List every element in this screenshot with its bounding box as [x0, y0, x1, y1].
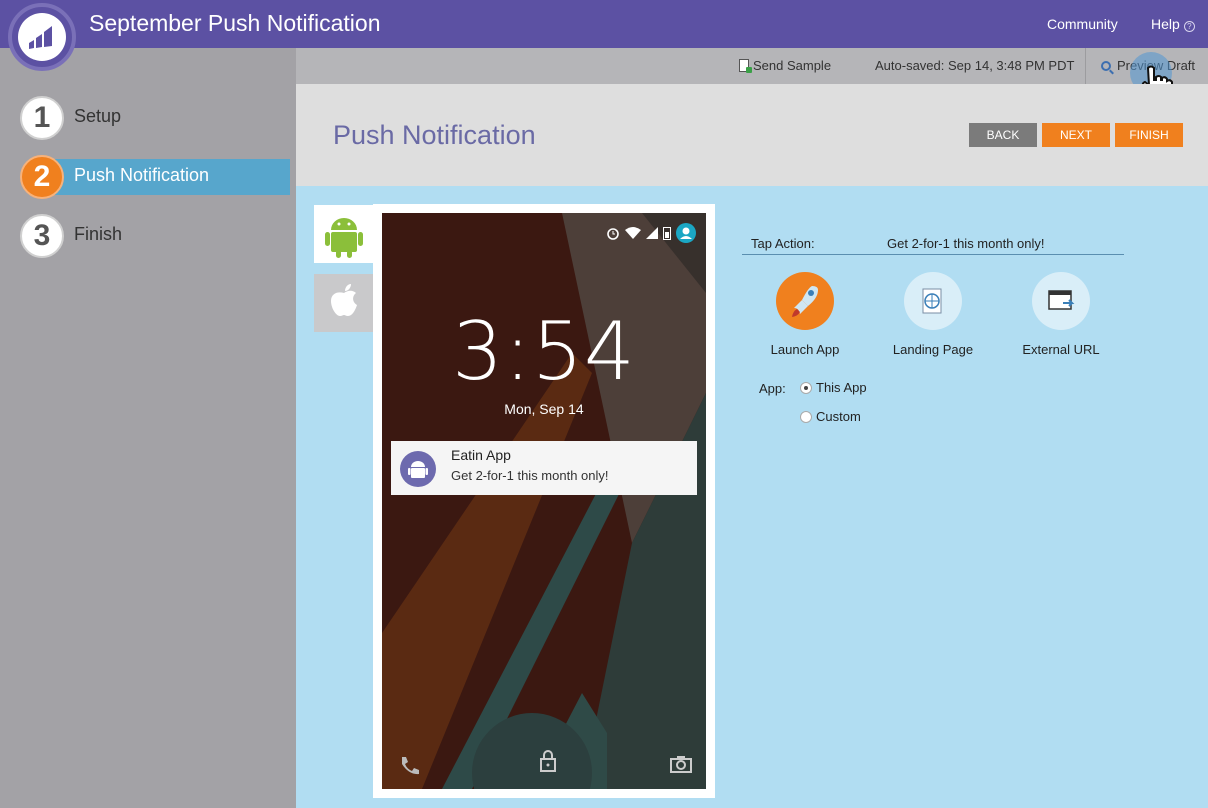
lock-date: Mon, Sep 14: [504, 401, 584, 417]
step-label: Setup: [74, 106, 122, 126]
step-label: Finish: [74, 224, 123, 244]
notification-card[interactable]: Eatin App Get 2-for-1 this month only!: [391, 441, 697, 495]
autosaved-status: Auto-saved: Sep 14, 3:48 PM PDT: [875, 58, 1075, 73]
launch-app-label: Launch App: [770, 342, 840, 357]
step-number: 3: [20, 214, 64, 258]
send-sample-label: Send Sample: [753, 58, 832, 73]
lock-clock: 3:54: [452, 305, 636, 398]
battery-icon: [663, 227, 671, 240]
alarm-icon: [607, 228, 619, 240]
notification-app-icon: [400, 451, 436, 487]
notification-message: Get 2-for-1 this month only!: [451, 468, 609, 483]
send-sample-icon: [739, 59, 752, 73]
android-icon: [325, 218, 363, 258]
step-setup[interactable]: 1 Setup: [20, 96, 270, 140]
radio-button-selected[interactable]: [800, 382, 812, 394]
radio-custom[interactable]: Custom: [800, 409, 861, 424]
help-label: Help: [1151, 16, 1180, 32]
status-bar: [606, 223, 696, 243]
tab-android[interactable]: [314, 205, 374, 263]
tap-action-value: Get 2-for-1 this month only!: [887, 236, 1045, 251]
community-link[interactable]: Community: [1047, 16, 1118, 32]
signal-icon: [646, 227, 658, 239]
launch-app-circle: [776, 272, 834, 330]
lock-icon: [540, 750, 556, 772]
app-field-label: App:: [759, 381, 786, 396]
radio-this-app[interactable]: This App: [800, 380, 867, 395]
editor-content: 3:54 Mon, Sep 14 Eatin App Get 2-for-1 t…: [296, 186, 1208, 808]
android-robot-icon: [408, 461, 428, 478]
logo-bars-icon: [29, 26, 52, 49]
landing-page-circle: [904, 272, 962, 330]
wallpaper-graphic: [382, 213, 706, 789]
launch-app-option[interactable]: Launch App: [745, 272, 865, 357]
tab-ios[interactable]: [314, 274, 374, 332]
step-number: 2: [20, 155, 64, 199]
radio-this-app-label: This App: [816, 380, 867, 395]
radio-custom-label: Custom: [816, 409, 861, 424]
help-link[interactable]: Help?: [1151, 16, 1195, 32]
landing-page-icon: [922, 288, 942, 314]
external-url-circle: [1032, 272, 1090, 330]
step-number: 1: [20, 96, 64, 140]
landing-page-label: Landing Page: [892, 342, 974, 357]
apple-icon: [331, 284, 357, 316]
tap-action-label: Tap Action:: [751, 236, 815, 251]
finish-button[interactable]: FINISH: [1115, 123, 1183, 147]
user-avatar-icon: [676, 223, 696, 243]
landing-page-option[interactable]: Landing Page: [873, 272, 993, 357]
wizard-sidebar: 1 Setup 2 Push Notification 3 Finish: [0, 48, 296, 808]
wifi-icon: [625, 227, 641, 239]
external-url-label: External URL: [1022, 342, 1100, 357]
notification-app-name: Eatin App: [451, 447, 511, 463]
top-bar: September Push Notification Community He…: [0, 0, 1208, 48]
magnifier-icon: [1101, 61, 1111, 71]
step-push-notification[interactable]: 2 Push Notification: [20, 155, 290, 199]
next-button[interactable]: NEXT: [1042, 123, 1110, 147]
app-title: September Push Notification: [89, 10, 381, 36]
toolbar-divider: [1085, 48, 1086, 84]
logo-mark: [18, 13, 66, 61]
external-url-option[interactable]: External URL: [1001, 272, 1121, 357]
phone-icon: [402, 757, 419, 775]
tap-action-row: Tap Action: Get 2-for-1 this month only!: [742, 236, 1124, 255]
camera-icon: [670, 756, 692, 773]
radio-button[interactable]: [800, 411, 812, 423]
back-button[interactable]: BACK: [969, 123, 1037, 147]
phone-lock-screen: 3:54 Mon, Sep 14 Eatin App Get 2-for-1 t…: [382, 213, 706, 789]
send-sample-button[interactable]: Send Sample: [739, 58, 831, 73]
step-finish[interactable]: 3 Finish: [20, 214, 270, 258]
external-url-icon: [1048, 290, 1075, 310]
help-icon: ?: [1183, 21, 1195, 32]
toolbar: Send Sample Auto-saved: Sep 14, 3:48 PM …: [296, 48, 1208, 84]
page-title: Push Notification: [333, 120, 536, 150]
content-header: Push Notification BACK NEXT FINISH: [296, 84, 1208, 186]
marketo-logo[interactable]: [8, 3, 76, 71]
rocket-icon: [792, 286, 818, 317]
step-label: Push Notification: [74, 165, 210, 185]
